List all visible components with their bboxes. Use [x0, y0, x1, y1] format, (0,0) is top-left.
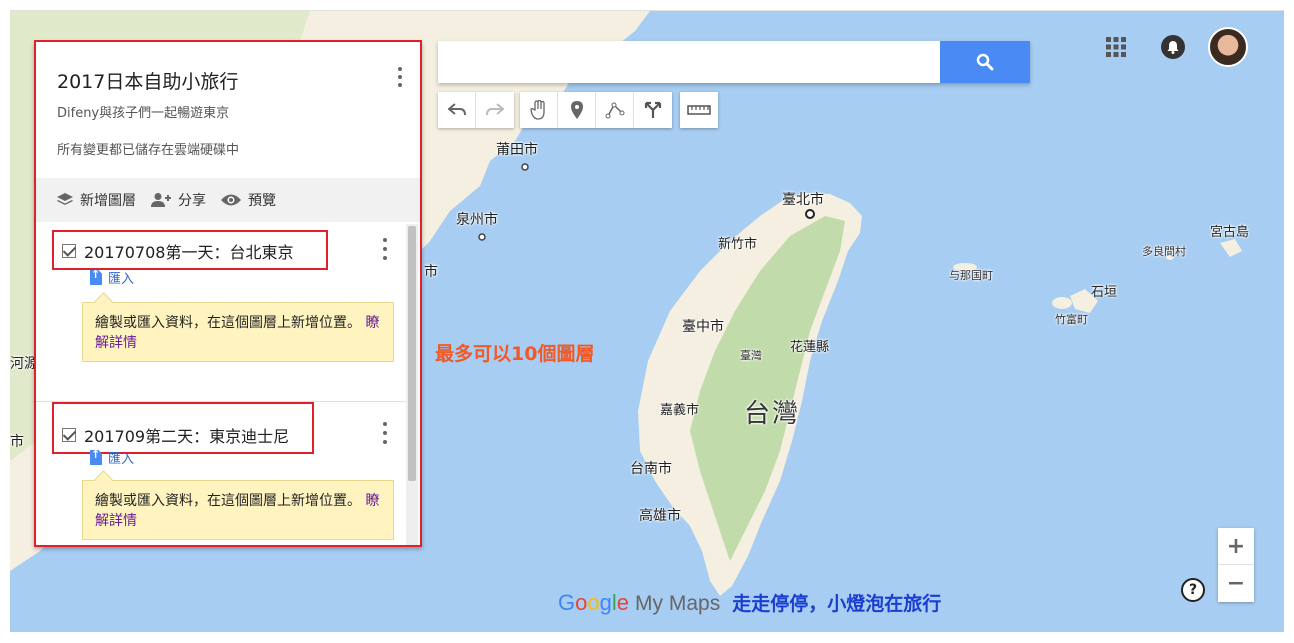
my-maps-label: My Maps	[635, 592, 721, 615]
search-icon	[976, 53, 994, 71]
map-label-tainan: 台南市	[630, 461, 672, 477]
layer-visibility-checkbox[interactable]	[62, 428, 76, 442]
miyako-island	[1220, 239, 1242, 257]
add-marker-tool[interactable]	[558, 92, 596, 128]
map-label-chiayi: 嘉義市	[660, 403, 700, 418]
layer-tip: 繪製或匯入資料，在這個圖層上新增位置。 瞭解詳情	[82, 302, 394, 362]
scrollbar-thumb[interactable]	[408, 226, 416, 481]
select-hand-tool[interactable]	[520, 92, 558, 128]
import-label: 匯入	[108, 452, 135, 467]
map-options-menu-button[interactable]	[390, 65, 410, 89]
map-frame: 莆田市 泉州市 市 河源 市 臺北市 新竹市 臺中市 臺灣 花蓮縣 嘉義市 台灣…	[10, 10, 1284, 632]
import-label: 匯入	[108, 272, 135, 287]
map-label-quanzhou: 泉州市	[456, 212, 498, 228]
draw-line-tool[interactable]	[596, 92, 634, 128]
directions-tool[interactable]	[634, 92, 672, 128]
preview-label: 預覽	[248, 193, 276, 209]
google-logo: Google	[558, 590, 630, 615]
map-label-taichung: 臺中市	[682, 319, 724, 335]
layers-icon	[57, 193, 73, 205]
share-button[interactable]: 分享	[150, 190, 206, 210]
blog-watermark-text: 走走停停，小燈泡在旅行	[732, 593, 942, 615]
add-layer-label: 新增圖層	[80, 193, 136, 209]
file-upload-icon	[90, 270, 102, 285]
layers-scrollbar[interactable]	[406, 224, 418, 547]
more-vert-icon	[383, 238, 387, 242]
user-avatar[interactable]	[1208, 27, 1248, 67]
map-label-edge-city-2: 市	[10, 434, 24, 450]
map-label-taiwan: 台灣	[744, 399, 801, 429]
import-link[interactable]: 匯入	[90, 448, 134, 467]
map-label-taketomi: 竹富町	[1055, 313, 1088, 326]
zoom-in-button[interactable]: +	[1218, 528, 1254, 565]
measure-tool[interactable]	[680, 92, 718, 128]
layer-visibility-checkbox[interactable]	[62, 244, 76, 258]
zoom-controls: + −	[1218, 528, 1254, 602]
measure-group	[680, 92, 718, 128]
more-vert-icon	[398, 67, 402, 71]
share-label: 分享	[178, 193, 206, 209]
ruler-icon	[687, 105, 711, 115]
draw-line-icon	[605, 102, 624, 119]
search-bar	[438, 41, 1030, 83]
map-label-yonaguni: 与那国町	[949, 269, 993, 282]
drawing-tools-group	[520, 92, 672, 128]
map-description[interactable]: Difeny與孩子們一起暢遊東京	[57, 102, 229, 121]
redo-button[interactable]	[476, 92, 514, 128]
tip-text: 繪製或匯入資料，在這個圖層上新增位置。	[95, 493, 361, 509]
map-label-taipei: 臺北市	[782, 192, 824, 208]
map-title[interactable]: 2017日本自助小旅行	[57, 67, 238, 94]
layer-name[interactable]: 201709第二天：東京迪士尼	[84, 423, 289, 447]
directions-icon	[644, 101, 662, 118]
marker-icon	[570, 101, 583, 119]
map-label-ishigaki: 石垣	[1091, 285, 1118, 300]
tip-text: 繪製或匯入資料，在這個圖層上新增位置。	[95, 315, 361, 331]
apps-grid-icon[interactable]	[1106, 37, 1126, 57]
save-status: 所有變更都已儲存在雲端硬碟中	[57, 143, 240, 158]
undo-button[interactable]	[438, 92, 476, 128]
layer-tip: 繪製或匯入資料，在這個圖層上新增位置。 瞭解詳情	[82, 480, 394, 540]
preview-button[interactable]: 預覽	[220, 190, 276, 210]
add-person-icon	[151, 193, 171, 207]
map-label-putian: 莆田市	[496, 142, 538, 158]
eye-icon	[221, 194, 241, 206]
taipei-dot	[805, 209, 815, 219]
search-input[interactable]	[438, 41, 938, 83]
iriomote-island	[1052, 297, 1072, 309]
search-button[interactable]	[940, 41, 1030, 83]
add-layer-button[interactable]: 新增圖層	[56, 190, 136, 210]
layer-name[interactable]: 20170708第一天：台北東京	[84, 239, 293, 263]
quanzhou-dot	[478, 233, 486, 241]
map-legend-panel: 2017日本自助小旅行 Difeny與孩子們一起暢遊東京 所有變更都已儲存在雲端…	[34, 41, 422, 547]
layer-header: 201709第二天：東京迪士尼	[62, 420, 289, 450]
layer-limit-annotation: 最多可以10個圖層	[435, 343, 595, 365]
map-label-hualien: 花蓮縣	[790, 340, 830, 355]
bell-icon	[1167, 41, 1179, 54]
hand-icon	[529, 100, 545, 120]
putian-dot	[521, 163, 529, 171]
zoom-out-button[interactable]: −	[1218, 565, 1254, 602]
notifications-bell-icon[interactable]	[1161, 35, 1185, 59]
import-link[interactable]: 匯入	[90, 268, 134, 287]
layer-header: 20170708第一天：台北東京	[62, 236, 293, 266]
help-button[interactable]: ?	[1181, 578, 1205, 602]
map-label-miyakojima: 宮古島	[1210, 225, 1250, 240]
undo-icon	[447, 103, 466, 116]
footer-branding: Google My Maps 走走停停，小燈泡在旅行	[558, 589, 941, 616]
redo-icon	[486, 103, 504, 116]
file-upload-icon	[90, 450, 102, 465]
map-label-kaohsiung: 高雄市	[639, 508, 681, 524]
panel-toolbar: 新增圖層 分享 預覽	[34, 178, 422, 222]
map-label-edge-city: 市	[424, 264, 438, 280]
layer-options-button[interactable]	[380, 422, 390, 444]
layer-options-button[interactable]	[380, 238, 390, 260]
map-label-hsinchu: 新竹市	[718, 237, 758, 252]
map-label-tarama: 多良間村	[1142, 245, 1186, 258]
more-vert-icon	[383, 422, 387, 426]
layers-list: 20170708第一天：台北東京 匯入 繪製或匯入資料，在這個圖層上新增位置。 …	[34, 224, 406, 547]
undo-redo-group	[438, 92, 514, 128]
map-label-taiwan-small: 臺灣	[740, 349, 762, 362]
